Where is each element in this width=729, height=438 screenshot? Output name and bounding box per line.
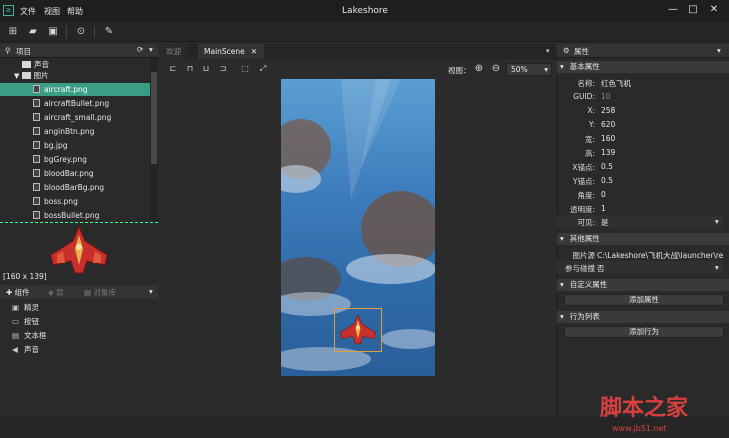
prop-x[interactable]: X: 258 (557, 104, 723, 116)
prop-guid: GUID: 10 (573, 92, 611, 101)
puzzle-icon: ✚ (6, 288, 15, 297)
tree-file[interactable]: bg.jpg (0, 139, 150, 152)
button-icon: ▭ (12, 317, 20, 326)
components-menu-icon[interactable]: ▾ (149, 287, 153, 296)
align-top-icon[interactable]: ⊓ (183, 62, 197, 76)
tab-components[interactable]: ✚ 组件 (6, 287, 30, 298)
play-icon[interactable]: ⊙ (74, 25, 88, 39)
maximize-icon[interactable]: □ (686, 4, 700, 16)
tabs-menu-icon[interactable]: ▾ (546, 47, 550, 55)
project-icon: ⚲ (5, 46, 11, 55)
textbox-icon: ▤ (12, 331, 20, 340)
view-label: 视图： (448, 66, 471, 75)
preview-size-label: [160 x 139] (3, 272, 47, 281)
aircraft-sprite[interactable] (338, 312, 378, 348)
open-folder-icon[interactable]: ▰ (26, 25, 40, 39)
fullscreen-icon[interactable]: ⤢ (256, 62, 270, 76)
scene-canvas[interactable] (281, 79, 435, 376)
tree-file[interactable]: bloodBar.png (0, 167, 150, 180)
components-list: ▣ 精灵 ▭ 按钮 ▤ 文本框 ◀ 声音 (0, 299, 158, 416)
properties-menu-icon[interactable]: ▾ (717, 46, 721, 55)
close-tab-icon: ✕ (250, 47, 258, 56)
site-watermark-url: www.jb51.net (612, 424, 667, 433)
tab-mainscene[interactable]: MainScene ✕ (198, 44, 264, 59)
app-logo-icon: ≥ (3, 5, 14, 16)
component-button[interactable]: ▭ 按钮 (12, 316, 39, 327)
prop-opacity[interactable]: 透明度: 1 (557, 202, 723, 214)
align-bottom-icon[interactable]: ⊔ (199, 62, 213, 76)
behavior-section[interactable]: ▾ 行为列表 (557, 311, 729, 323)
custom-props-section[interactable]: ▾ 自定义属性 (557, 279, 729, 291)
fit-icon[interactable]: ⬚ (238, 62, 252, 76)
tree-file[interactable]: bloodBarBg.png (0, 181, 150, 194)
minimize-icon[interactable]: — (666, 4, 680, 16)
prop-collide[interactable]: 参与碰撞否 ▾ (557, 261, 723, 273)
tree-file[interactable]: bgGrey.png (0, 153, 150, 166)
prop-image-source[interactable]: 图片源 C:\Lakeshore\飞机大战\launcher\reso (557, 248, 724, 260)
basic-props-section[interactable]: ▾ 基本属性 (557, 61, 729, 73)
zoom-out-icon[interactable]: ⊖ (489, 62, 503, 76)
speaker-icon: ◀ (12, 345, 18, 354)
refresh-icon[interactable]: ⟳ (137, 45, 143, 54)
properties-title: 属性 (574, 47, 589, 56)
tree-file[interactable]: anginBtn.png (0, 125, 150, 138)
other-props-section[interactable]: ▾ 其他属性 (557, 233, 729, 245)
tree-file[interactable]: bossBullet.png (0, 209, 150, 221)
prop-name[interactable]: 名称: 红色飞机 (557, 76, 723, 88)
component-textbox[interactable]: ▤ 文本框 (12, 330, 47, 341)
aircraft-preview-image (50, 225, 108, 274)
prop-visible[interactable]: 可见: 是 ▾ (557, 215, 723, 227)
tab-library[interactable]: ▦ 对象库 (84, 287, 116, 298)
zoom-select[interactable]: 50% ▾ (506, 63, 552, 76)
tree-folder-images[interactable]: ▼ 图片 (0, 69, 150, 82)
properties-icon: ⚙ (563, 46, 570, 55)
tree-file[interactable]: boss.png (0, 195, 150, 208)
menu-file[interactable]: 文件 (20, 6, 36, 17)
zoom-in-icon[interactable]: ⊕ (472, 62, 486, 76)
window-title: Lakeshore (342, 6, 388, 16)
site-watermark: 脚本之家 (600, 396, 689, 421)
prop-width[interactable]: 宽: 160 (557, 132, 723, 144)
align-right-icon[interactable]: ⊐ (216, 62, 230, 76)
align-left-icon[interactable]: ⊏ (166, 62, 180, 76)
save-icon[interactable]: ▣ (46, 25, 60, 39)
prop-anchor-y[interactable]: Y锚点: 0.5 (557, 174, 723, 186)
panel-menu-icon[interactable]: ▾ (149, 45, 153, 54)
dropdown-arrow-icon: ▾ (715, 263, 719, 272)
close-icon[interactable]: ✕ (707, 4, 721, 16)
prop-height[interactable]: 高: 139 (557, 146, 723, 158)
project-panel-title: 项目 (16, 47, 31, 56)
prop-y[interactable]: Y: 620 (557, 118, 723, 130)
new-project-icon[interactable]: ⊞ (6, 25, 20, 39)
tree-file[interactable]: aircraftBullet.png (0, 97, 150, 110)
tree-file[interactable]: aircraft_small.png (0, 111, 150, 124)
add-property-button[interactable]: 添加属性 (564, 294, 724, 306)
component-sprite[interactable]: ▣ 精灵 (12, 302, 39, 313)
menu-help[interactable]: 帮助 (67, 6, 83, 17)
sprite-icon: ▣ (12, 303, 20, 312)
dropdown-arrow-icon: ▾ (715, 217, 719, 226)
add-behavior-button[interactable]: 添加行为 (564, 326, 724, 338)
tab-layers[interactable]: ◈ 层 (48, 287, 64, 298)
layers-icon: ◈ (48, 288, 57, 297)
tree-scroll-thumb[interactable] (151, 72, 157, 164)
tree-file[interactable]: aircraft.png (0, 83, 150, 96)
tab-welcome[interactable]: 欢迎 (160, 44, 187, 59)
menu-view[interactable]: 视图 (44, 6, 60, 17)
prop-anchor-x[interactable]: X锚点: 0.5 (557, 160, 723, 172)
prop-angle[interactable]: 角度: 0 (557, 188, 723, 200)
build-icon[interactable]: ✎ (102, 25, 116, 39)
project-tree: 声音 ▼ 图片 aircraft.png aircraftBullet.png … (0, 58, 150, 221)
component-sound[interactable]: ◀ 声音 (12, 344, 39, 355)
